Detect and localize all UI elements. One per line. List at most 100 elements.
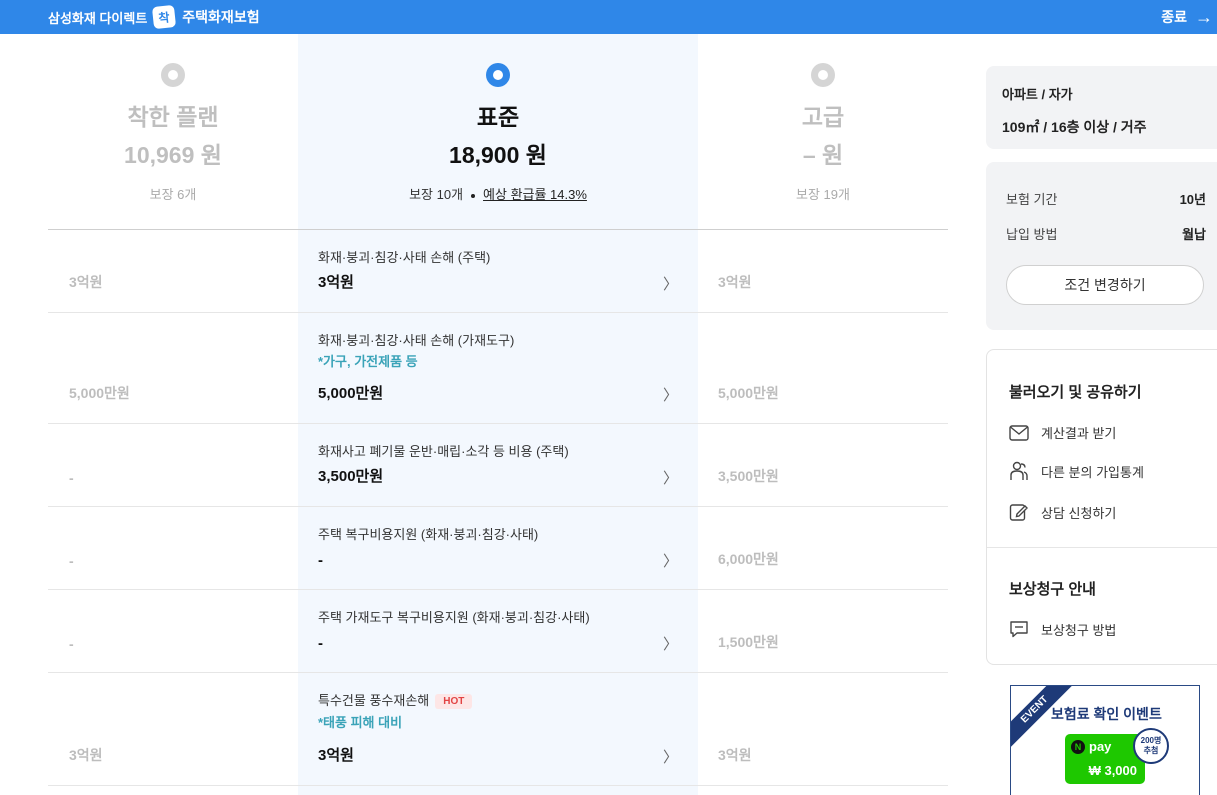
plan-name: 착한 플랜 (127, 104, 219, 130)
basic-plan-value: 3억원 (69, 274, 103, 290)
premium-plan-value: 5,000만원 (718, 385, 779, 401)
chevron-right-icon[interactable]: 〉 (663, 550, 678, 571)
bullet-dot-icon (471, 193, 476, 198)
chevron-right-icon[interactable]: 〉 (663, 467, 678, 488)
link-label: 계산결과 받기 (1041, 426, 1117, 441)
coverage-title: 화재·붕괴·침강·사태 손해 (가재도구) (318, 333, 515, 348)
coverage-detail-link[interactable]: 주택 가재도구 복구비용지원 (화재·붕괴·침강·사태) - 〉 (318, 590, 678, 672)
basic-plan-value: 5,000만원 (69, 385, 130, 401)
premium-plan-value: 3,500만원 (718, 468, 779, 484)
basic-plan-value: - (69, 470, 74, 486)
basic-plan-value: - (69, 636, 74, 652)
coverage-title: 화재사고 폐기물 운반·매립·소각 등 비용 (주택) (318, 444, 569, 459)
coverage-row: 3억원 특수건물 풍수재손해 HOT *태풍 피해 대비 3억원 〉 3억원 (48, 673, 948, 786)
chat-bubble-icon (1010, 621, 1028, 638)
close-label: 종료 (1161, 9, 1187, 25)
plan-price: – 원 (802, 142, 844, 168)
others-stats-link[interactable]: 다른 분의 가입통계 (1009, 461, 1144, 481)
radio-selected-icon[interactable] (486, 63, 510, 87)
change-conditions-button[interactable]: 조건 변경하기 (1006, 265, 1204, 305)
coverage-row: 5,000만원 화재·붕괴·침강·사태 손해 (가재도구) *가구, 가전제품 … (48, 313, 948, 424)
brand[interactable]: 삼성화재 다이렉트 착 주택화재보험 (48, 0, 260, 34)
coverage-detail-link[interactable]: 화재·붕괴·침강·사태 손해 (주택) 3억원 〉 (318, 230, 678, 312)
basic-plan-value: - (69, 553, 74, 569)
link-label: 상담 신청하기 (1041, 505, 1117, 521)
chevron-right-icon[interactable]: 〉 (663, 384, 678, 405)
claim-section-title: 보상청구 안내 (1009, 581, 1096, 598)
npay-amount: ₩ 3,000 (1088, 763, 1137, 778)
receive-results-link[interactable]: 계산결과 받기 (1009, 423, 1116, 442)
npay-logo-text: pay (1089, 739, 1112, 754)
npay-logo: Npay (1071, 739, 1111, 754)
coverage-detail-link[interactable]: 특수건물 풍수재손해 HOT *태풍 피해 대비 3억원 〉 (318, 673, 678, 785)
people-icon (1010, 461, 1028, 480)
plan-option-basic[interactable]: 착한 플랜 10,969 원 보장 6개 (48, 34, 298, 230)
period-label: 보험 기간 (1006, 192, 1058, 207)
coverage-value: 5,000만원 (318, 385, 384, 402)
hot-badge: HOT (435, 694, 473, 710)
coverage-row: 3억원 화재·붕괴·침강·사태 손해 (주택) 3억원 〉 3억원 (48, 230, 948, 313)
plan-price: 18,900 원 (449, 142, 547, 168)
coverage-note: *태풍 피해 대비 (318, 715, 403, 730)
premium-plan-value: 3억원 (718, 274, 752, 290)
coverage-detail-link[interactable]: 화재사고 폐기물 운반·매립·소각 등 비용 (주택) 3,500만원 〉 (318, 424, 678, 506)
plan-coverage-count: 보장 10개 (409, 187, 464, 202)
divider (987, 547, 1217, 548)
chevron-right-icon[interactable]: 〉 (663, 273, 678, 294)
plan-option-premium[interactable]: 고급 – 원 보장 19개 (698, 34, 948, 230)
coverage-title: 주택 가재도구 복구비용지원 (화재·붕괴·침강·사태) (318, 610, 590, 625)
coverage-title-wrap: 특수건물 풍수재손해 HOT (318, 690, 473, 710)
link-label: 다른 분의 가입통계 (1041, 464, 1144, 480)
basic-plan-value: 3억원 (69, 747, 103, 763)
contract-conditions-card: 보험 기간 10년 납입 방법 월납 조건 변경하기 (986, 162, 1217, 330)
badge-top: 200명 (1140, 736, 1162, 745)
coverage-value: - (318, 635, 323, 652)
badge-bottom: 추첨 (1143, 746, 1159, 755)
property-detail: 109㎡ / 16층 이상 / 거주 (1002, 119, 1147, 135)
coverage-detail-link[interactable]: 주택 복구비용지원 (화재·붕괴·침강·사태) - 〉 (318, 507, 678, 589)
coverage-value: - (318, 552, 323, 569)
event-title: 보험료 확인 이벤트 (1051, 706, 1162, 722)
coverage-value: 3억원 (318, 274, 354, 291)
plan-name: 표준 (476, 104, 520, 130)
consultation-request-link[interactable]: 상담 신청하기 (1009, 502, 1116, 522)
property-type: 아파트 / 자가 (1002, 87, 1073, 102)
close-button[interactable]: 종료 → (1161, 0, 1217, 34)
share-claim-card: 불러오기 및 공유하기 계산결과 받기 다른 분의 가입통계 상담 신청하기 보… (986, 349, 1217, 665)
chevron-right-icon[interactable]: 〉 (663, 746, 678, 767)
refund-rate-link[interactable]: 예상 환급률 14.3% (483, 187, 587, 202)
coverage-row: - 주택 복구비용지원 (화재·붕괴·침강·사태) - 〉 6,000만원 (48, 507, 948, 590)
chevron-right-icon[interactable]: 〉 (663, 633, 678, 654)
coverage-row: - 화재사고 폐기물 운반·매립·소각 등 비용 (주택) 3,500만원 〉 … (48, 424, 948, 507)
radio-unselected-icon[interactable] (161, 63, 185, 87)
radio-unselected-icon[interactable] (811, 63, 835, 87)
payment-label: 납입 방법 (1006, 227, 1058, 242)
edit-note-icon (1009, 504, 1028, 521)
link-label: 보상청구 방법 (1041, 622, 1117, 638)
plan-option-standard[interactable]: 표준 18,900 원 보장 10개 예상 환급률 14.3% (298, 34, 698, 230)
plan-name: 고급 (801, 104, 845, 130)
plan-coverage-count: 보장 19개 (796, 187, 850, 202)
coverage-detail-link[interactable]: 화재·붕괴·침강·사태 손해 (가재도구) *가구, 가전제품 등 5,000만… (318, 313, 678, 423)
coverage-note: *가구, 가전제품 등 (318, 354, 418, 369)
premium-plan-value: 3억원 (718, 747, 752, 763)
coverage-value: 3억원 (318, 747, 354, 764)
share-section-title: 불러오기 및 공유하기 (1009, 384, 1142, 401)
period-value: 10년 (1179, 192, 1206, 207)
premium-plan-value: 6,000만원 (718, 551, 779, 567)
lottery-badge: 200명 추첨 (1133, 728, 1169, 764)
event-banner[interactable]: EVENT 보험료 확인 이벤트 Npay ₩ 3,000 200명 추첨 (1010, 685, 1200, 795)
payment-row: 납입 방법 월납 (1006, 224, 1206, 243)
coverage-title: 특수건물 풍수재손해 (318, 693, 430, 708)
period-row: 보험 기간 10년 (1006, 189, 1206, 208)
coverage-title: 화재·붕괴·침강·사태 손해 (주택) (318, 250, 491, 265)
claim-method-link[interactable]: 보상청구 방법 (1009, 619, 1116, 639)
coverage-row: - 주택 가재도구 복구비용지원 (화재·붕괴·침강·사태) - 〉 1,500… (48, 590, 948, 673)
brand-name: 삼성화재 다이렉트 (48, 10, 148, 26)
exit-arrow-icon: → (1195, 6, 1213, 27)
mail-icon (1009, 424, 1029, 441)
plan-coverage-count: 보장 6개 (149, 187, 197, 202)
plan-price: 10,969 원 (124, 142, 222, 168)
product-title: 주택화재보험 (182, 9, 260, 25)
coverage-value: 3,500만원 (318, 468, 384, 485)
